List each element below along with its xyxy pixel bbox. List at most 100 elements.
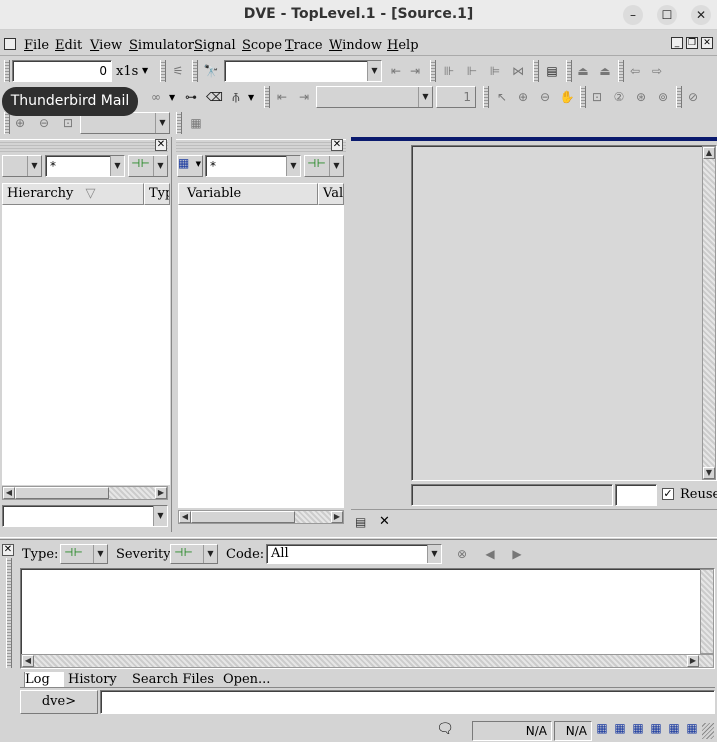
type-filter-chevron-icon[interactable]: ▼ <box>93 545 107 563</box>
find-prev-icon[interactable]: ⇤ <box>388 63 404 79</box>
menu-signal[interactable]: Signal <box>194 38 236 53</box>
glasses-icon[interactable]: ∞ <box>148 89 164 105</box>
source-tab-close-icon[interactable]: ✕ <box>379 514 390 529</box>
source-tab-icon[interactable]: ▤ <box>355 515 366 529</box>
variable-filter-input[interactable]: * ▼ <box>205 155 301 177</box>
fork-icon[interactable]: ⫚ <box>228 89 244 105</box>
hierarchy-scope-chevron-icon[interactable]: ▼ <box>27 156 41 176</box>
tab-search-files[interactable]: Search Files <box>132 672 214 687</box>
hierarchy-bottom-chevron-icon[interactable]: ▼ <box>153 506 167 526</box>
menu-simulator[interactable]: Simulator <box>129 38 194 53</box>
toolbar-grip[interactable] <box>430 60 436 82</box>
step-back-icon[interactable]: ⇤ <box>274 89 290 105</box>
zoom-fit-icon[interactable]: ⊡ <box>589 89 605 105</box>
variable-filter-chevron-icon[interactable]: ▼ <box>286 156 300 176</box>
signal-icon-2[interactable]: ⊩ <box>464 63 480 79</box>
hierarchy-pane-close-icon[interactable]: ✕ <box>155 139 167 151</box>
download-icon[interactable]: ⏏ <box>597 63 613 79</box>
console-hscrollbar[interactable]: ◀ ▶ <box>21 654 714 668</box>
fork-chevron-icon[interactable]: ▼ <box>248 93 254 102</box>
console-splitter[interactable] <box>0 537 717 540</box>
source-path-field[interactable] <box>411 484 613 506</box>
signal-icon-4[interactable]: ⋈ <box>510 63 526 79</box>
signal-icon-1[interactable]: ⊪ <box>441 63 457 79</box>
time-unit-chevron-icon[interactable]: ▼ <box>142 66 148 75</box>
prev-message-icon[interactable]: ◀ <box>482 546 498 562</box>
document-icon[interactable]: ▤ <box>544 63 560 79</box>
step-forward-icon[interactable]: ⇥ <box>296 89 312 105</box>
menu-edit[interactable]: Edit <box>55 38 82 53</box>
hierarchy-icon[interactable]: ⊶ <box>183 89 199 105</box>
toolbar-grip[interactable] <box>566 60 572 82</box>
hierarchy-filter-input[interactable]: * ▼ <box>45 155 125 177</box>
scroll-right-icon[interactable]: ▶ <box>687 655 699 667</box>
variable-pane-close-icon[interactable]: ✕ <box>331 139 343 151</box>
next-message-icon[interactable]: ▶ <box>509 546 525 562</box>
tab-open[interactable]: Open... <box>223 672 270 687</box>
status-icon-3[interactable]: ▦ <box>630 721 646 739</box>
zoom-region-icon[interactable]: ⊚ <box>655 89 671 105</box>
scroll-down-icon[interactable]: ▼ <box>703 467 715 479</box>
find-next-icon[interactable]: ⇥ <box>407 63 423 79</box>
console-command-input[interactable] <box>100 690 715 714</box>
maximize-button[interactable]: ☐ <box>657 5 677 25</box>
speech-bubble-icon[interactable]: 🗨 <box>436 721 454 739</box>
code-filter-select[interactable]: All ▼ <box>266 544 442 564</box>
toolbar-grip[interactable] <box>618 60 624 82</box>
scroll-right-icon[interactable]: ▶ <box>155 487 167 499</box>
variable-hscrollbar[interactable]: ◀ ▶ <box>178 510 344 524</box>
time-input[interactable]: 0 <box>12 60 112 82</box>
variable-type-chevron-icon[interactable]: ▼ <box>329 156 343 176</box>
resize-grip-icon[interactable] <box>702 723 714 739</box>
mdi-minimize-icon[interactable]: _ <box>671 37 683 49</box>
console-log-area[interactable]: ◀ ▶ <box>20 568 715 669</box>
value-column-header[interactable]: Val <box>318 183 344 205</box>
signal-icon-3[interactable]: ⊫ <box>487 63 503 79</box>
status-icon-1[interactable]: ▦ <box>594 721 610 739</box>
zoom-in-icon[interactable]: ⊕ <box>515 89 531 105</box>
expand-icon[interactable]: ⊘ <box>685 89 701 105</box>
app-menu-icon[interactable] <box>4 38 16 50</box>
scroll-up-icon[interactable]: ▲ <box>703 147 715 159</box>
hierarchy-type-select[interactable]: ⊣⊢ ▼ <box>128 155 168 177</box>
scroll-right-icon[interactable]: ▶ <box>331 511 343 523</box>
source-view[interactable]: ▲ ▼ <box>411 145 717 481</box>
toolbar-grip[interactable] <box>4 112 10 134</box>
scroll-left-icon[interactable]: ◀ <box>22 655 34 667</box>
menu-window[interactable]: Window <box>329 38 382 53</box>
source-vscrollbar[interactable]: ▲ ▼ <box>702 146 716 480</box>
severity-filter-select[interactable]: ⊣⊢ ▼ <box>170 544 218 564</box>
toolbar-grip[interactable] <box>676 86 682 108</box>
console-vscrollbar[interactable] <box>700 569 714 654</box>
variable-view-select[interactable]: ▦ ▼ <box>177 155 203 177</box>
menu-help[interactable]: Help <box>387 38 419 53</box>
zoom-out-small-icon[interactable]: ⊖ <box>36 115 52 131</box>
status-icon-6[interactable]: ▦ <box>684 721 700 739</box>
close-button[interactable]: ✕ <box>691 5 711 25</box>
zoom-in-small-icon[interactable]: ⊕ <box>12 115 28 131</box>
time-unit-select[interactable]: x1s <box>116 64 138 79</box>
variable-list[interactable] <box>178 205 344 508</box>
toolbar-grip[interactable] <box>4 60 10 82</box>
hierarchy-type-chevron-icon[interactable]: ▼ <box>153 156 167 176</box>
console-close-icon[interactable]: ✕ <box>2 544 14 556</box>
search-dropdown-icon[interactable]: ▼ <box>367 61 381 81</box>
zoom-full-icon[interactable]: ⊛ <box>633 89 649 105</box>
variable-type-select[interactable]: ⊣⊢ ▼ <box>304 155 344 177</box>
eraser-icon[interactable]: ⌫ <box>206 89 223 105</box>
type-column-header[interactable]: Typ <box>144 183 170 205</box>
variable-hscroll-thumb[interactable] <box>191 511 295 523</box>
hierarchy-hscrollbar[interactable]: ◀ ▶ <box>2 486 168 500</box>
variable-view-chevron-icon[interactable]: ▼ <box>196 160 201 168</box>
menu-view[interactable]: View <box>90 38 122 53</box>
minimize-button[interactable]: – <box>623 5 643 25</box>
toolbar-grip[interactable] <box>483 86 489 108</box>
hierarchy-hscroll-thumb[interactable] <box>15 487 109 499</box>
scroll-left-icon[interactable]: ◀ <box>179 511 191 523</box>
status-icon-4[interactable]: ▦ <box>648 721 664 739</box>
code-filter-chevron-icon[interactable]: ▼ <box>427 545 441 563</box>
toolbar-grip[interactable] <box>160 60 166 82</box>
zoom-fit-small-icon[interactable]: ⊡ <box>60 115 76 131</box>
status-icon-5[interactable]: ▦ <box>666 721 682 739</box>
type-filter-select[interactable]: ⊣⊢ ▼ <box>60 544 108 564</box>
